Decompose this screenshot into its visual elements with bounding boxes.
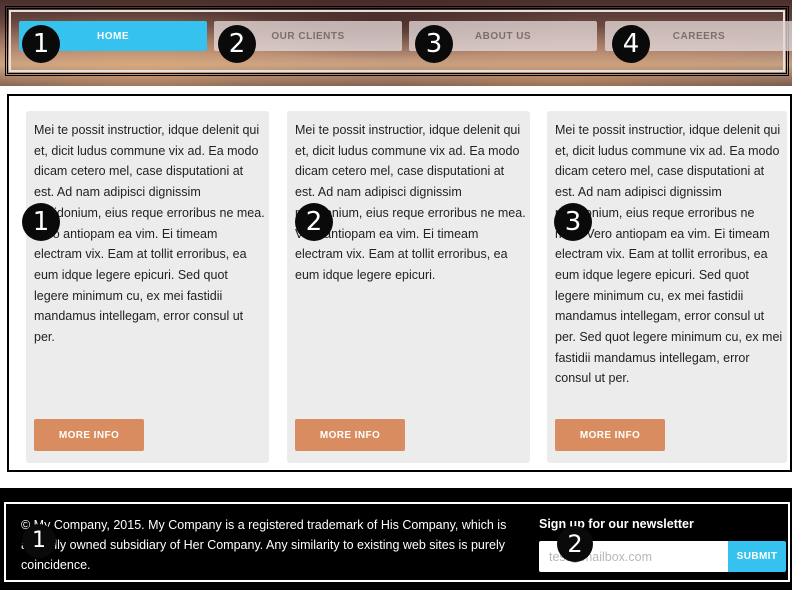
more-info-button[interactable]: MORE INFO — [34, 419, 144, 451]
nav-item-label: OUR CLIENTS — [271, 30, 345, 42]
nav-marker-4: 4 — [612, 25, 650, 63]
card-marker-3: 3 — [554, 203, 592, 241]
card-marker-2: 2 — [295, 203, 333, 241]
newsletter-heading: Sign up for our newsletter — [539, 517, 694, 531]
footer-marker-1: 1 — [22, 524, 56, 558]
footer-marker-2: 2 — [557, 526, 593, 562]
card-marker-1: 1 — [22, 203, 60, 241]
info-card-2: Mei te possit instructior, idque delenit… — [287, 111, 530, 463]
nav-item-label: CAREERS — [672, 30, 726, 42]
more-info-button[interactable]: MORE INFO — [555, 419, 665, 451]
nav-marker-3: 3 — [415, 25, 453, 63]
info-card-1: Mei te possit instructior, idque delenit… — [26, 111, 269, 463]
nav-item-label: ABOUT US — [474, 30, 532, 42]
info-card-3: Mei te possit instructior, idque delenit… — [547, 111, 787, 463]
card-body-text: Mei te possit instructior, idque delenit… — [555, 123, 783, 386]
nav-item-label: HOME — [97, 30, 129, 42]
more-info-button[interactable]: MORE INFO — [295, 419, 405, 451]
card-body-text: Mei te possit instructior, idque delenit… — [295, 123, 526, 282]
nav-marker-2: 2 — [218, 25, 256, 63]
copyright-text: © My Company, 2015. My Company is a regi… — [21, 518, 507, 572]
newsletter-submit-button[interactable]: SUBMIT — [728, 541, 786, 572]
nav-marker-1: 1 — [22, 25, 60, 63]
card-body-text: Mei te possit instructior, idque delenit… — [34, 123, 265, 345]
